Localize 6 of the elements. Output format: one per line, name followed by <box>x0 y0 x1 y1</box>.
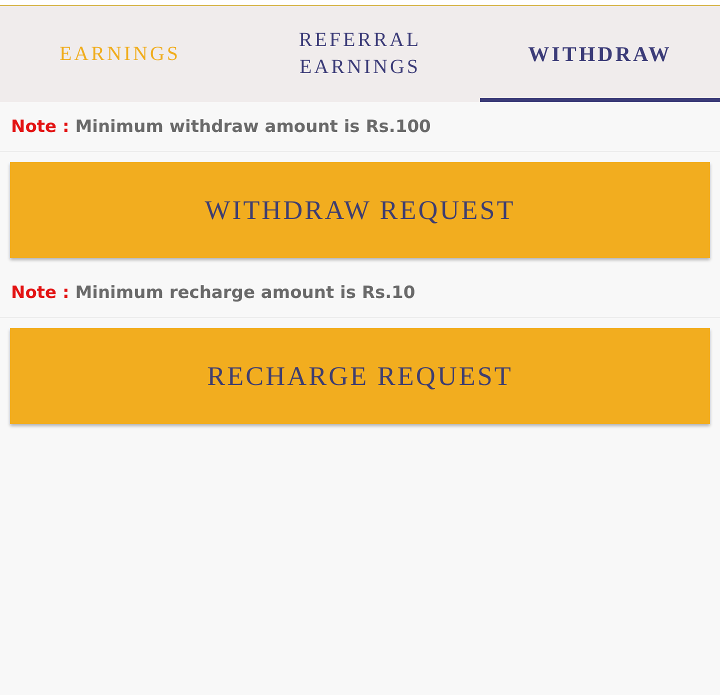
request-button[interactable]: WITHDRAW REQUEST <box>10 162 710 258</box>
note-text: Note : Minimum recharge amount is Rs.10 <box>11 282 416 302</box>
note-text: Note : Minimum withdraw amount is Rs.100 <box>11 116 431 136</box>
tab[interactable]: WITHDRAW <box>480 6 720 102</box>
request-button[interactable]: RECHARGE REQUEST <box>10 328 710 424</box>
tab[interactable]: REFERRAL EARNINGS <box>240 6 480 102</box>
